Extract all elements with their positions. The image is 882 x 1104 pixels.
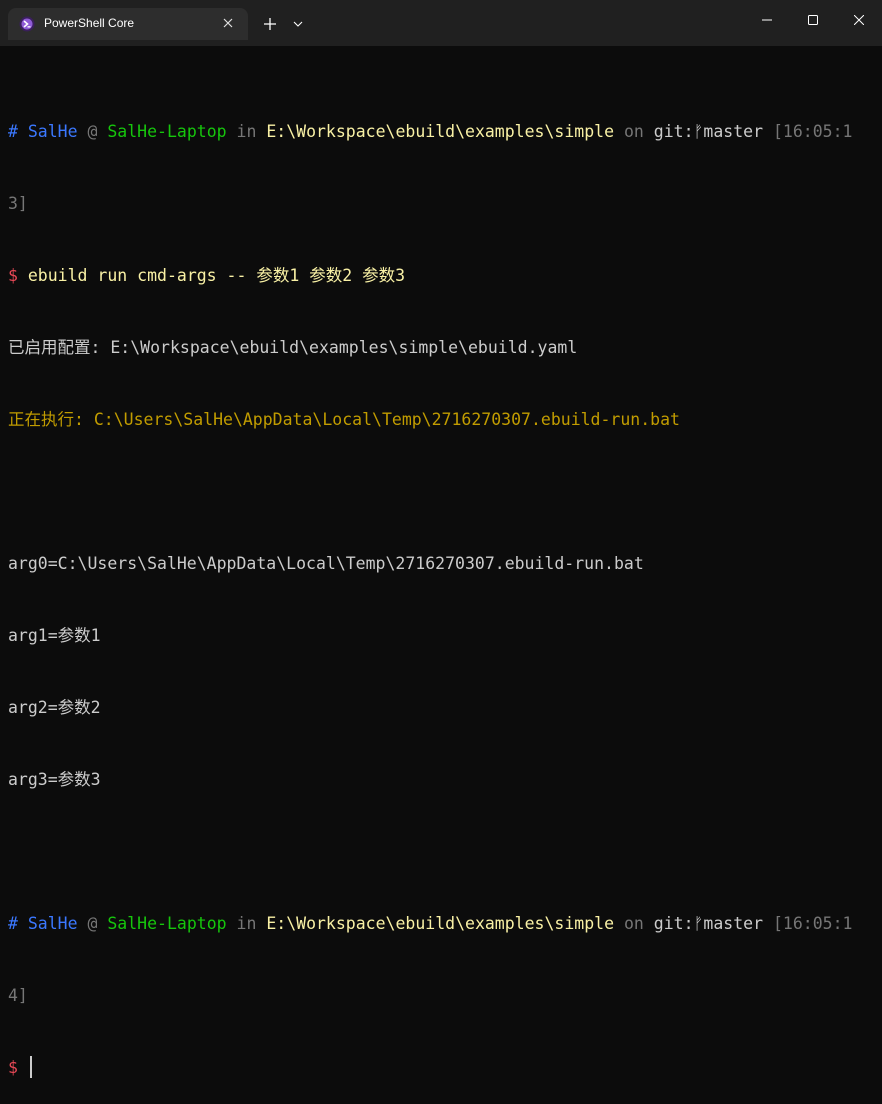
prompt-in: in — [236, 122, 257, 141]
maximize-icon — [808, 15, 818, 25]
branch-icon: ᚠ — [693, 122, 704, 141]
chevron-down-icon — [293, 21, 303, 27]
terminal-output[interactable]: # SalHe @ SalHe-Laptop in E:\Workspace\e… — [8, 72, 874, 1078]
command-line: $ ebuild run cmd-args -- 参数1 参数2 参数3 — [8, 264, 874, 288]
prompt-in: in — [236, 914, 257, 933]
prompt-dollar: $ — [8, 1058, 18, 1077]
title-bar: PowerShell Core — [0, 0, 882, 46]
exec-line: 正在执行: C:\Users\SalHe\AppData\Local\Temp\… — [8, 410, 680, 429]
config-line: 已启用配置: E:\Workspace\ebuild\examples\simp… — [8, 338, 578, 357]
prompt-branch: master — [703, 122, 764, 141]
prompt-on: on — [623, 914, 644, 933]
text-cursor — [29, 1056, 32, 1078]
output-line: arg2=参数2 — [8, 698, 101, 717]
prompt-user: SalHe — [27, 122, 78, 141]
powershell-icon — [19, 16, 35, 32]
new-tab-button[interactable] — [258, 12, 282, 36]
prompt-line-1-wrap: 3] — [8, 192, 874, 216]
prompt-line-1: # SalHe @ SalHe-Laptop in E:\Workspace\e… — [8, 120, 874, 144]
prompt-hash: # — [8, 914, 18, 933]
command-text: ebuild run cmd-args -- 参数1 参数2 参数3 — [27, 266, 406, 285]
prompt-at: @ — [87, 122, 98, 141]
maximize-button[interactable] — [790, 0, 836, 40]
prompt-at: @ — [87, 914, 98, 933]
branch-icon: ᚠ — [693, 914, 704, 933]
output-line: arg0=C:\Users\SalHe\AppData\Local\Temp\2… — [8, 554, 644, 573]
plus-icon — [264, 18, 276, 30]
output-line: arg3=参数3 — [8, 770, 101, 789]
prompt-line-2-wrap: 4] — [8, 984, 874, 1008]
tab-dropdown-button[interactable] — [288, 12, 308, 36]
prompt-time: [16:05:1 — [772, 122, 853, 141]
tab-powershell-core[interactable]: PowerShell Core — [8, 8, 248, 40]
prompt-user: SalHe — [27, 914, 78, 933]
prompt-time-wrap: 3] — [8, 194, 28, 213]
prompt-path: E:\Workspace\ebuild\examples\simple — [266, 122, 615, 141]
prompt-host: SalHe-Laptop — [107, 122, 227, 141]
prompt-git: git: — [653, 122, 694, 141]
close-icon — [854, 15, 864, 25]
prompt-host: SalHe-Laptop — [107, 914, 227, 933]
prompt-on: on — [623, 122, 644, 141]
prompt-git: git: — [653, 914, 694, 933]
output-line: arg1=参数1 — [8, 626, 101, 645]
prompt-time: [16:05:1 — [772, 914, 853, 933]
input-line[interactable]: $ — [8, 1056, 874, 1080]
prompt-time-wrap: 4] — [8, 986, 28, 1005]
prompt-hash: # — [8, 122, 18, 141]
prompt-dollar: $ — [8, 266, 18, 285]
close-icon — [223, 18, 233, 28]
minimize-icon — [762, 19, 772, 21]
minimize-button[interactable] — [744, 0, 790, 40]
prompt-line-2: # SalHe @ SalHe-Laptop in E:\Workspace\e… — [8, 912, 874, 936]
tab-close-button[interactable] — [218, 13, 238, 33]
close-window-button[interactable] — [836, 0, 882, 40]
tab-title: PowerShell Core — [44, 16, 135, 30]
prompt-path: E:\Workspace\ebuild\examples\simple — [266, 914, 615, 933]
prompt-branch: master — [703, 914, 764, 933]
